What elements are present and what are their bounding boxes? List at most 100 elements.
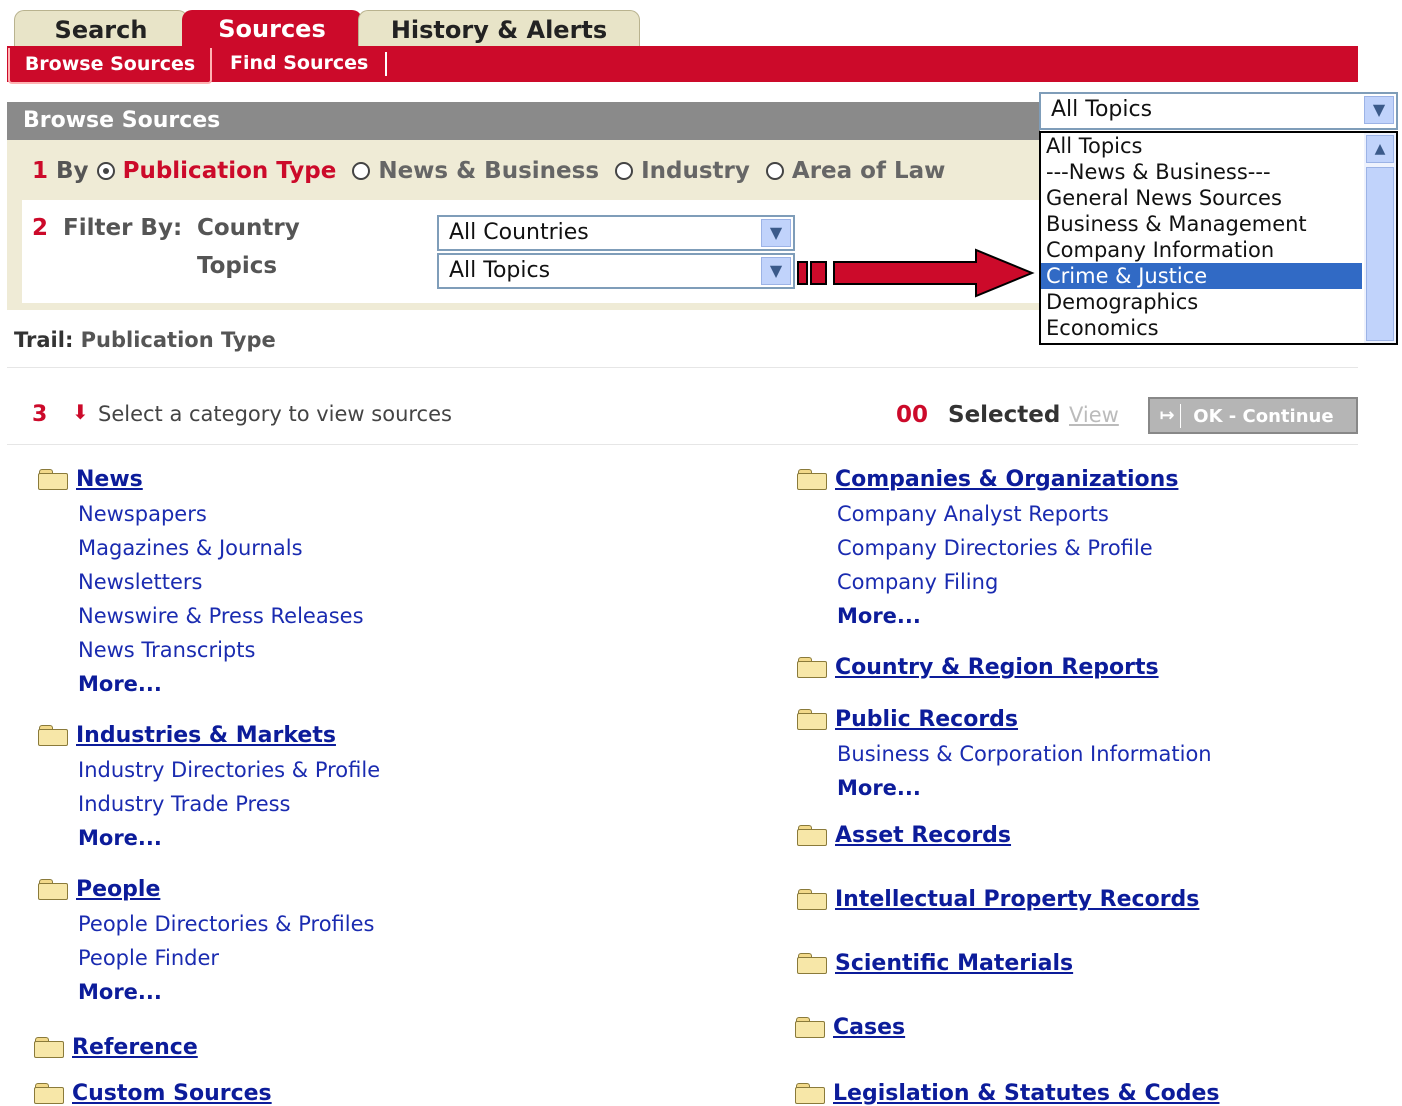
category-cases: Cases [795, 1015, 905, 1040]
tab-history-alerts[interactable]: History & Alerts [358, 10, 640, 47]
continue-arrow-icon: ↦ [1154, 404, 1181, 428]
ok-continue-button[interactable]: ↦ OK - Continue [1148, 397, 1358, 434]
dropdown-scrollbar[interactable]: ▲ [1364, 133, 1396, 343]
topics-dropdown-list[interactable]: All Topics ---News & Business--- General… [1039, 131, 1398, 345]
category-link[interactable]: News [76, 467, 143, 492]
category-country-region-reports: Country & Region Reports [797, 655, 1159, 680]
view-link[interactable]: View [1069, 403, 1119, 427]
tab-search[interactable]: Search [14, 10, 188, 47]
more-link[interactable]: More... [837, 604, 921, 628]
trail: Trail: Publication Type [14, 328, 276, 352]
subcategory-link[interactable]: People Directories & Profiles [78, 912, 374, 936]
tab-sources[interactable]: Sources [182, 10, 362, 46]
category-link[interactable]: People [76, 877, 160, 902]
subcategory-link[interactable]: Company Filing [837, 570, 998, 594]
category-reference: Reference [34, 1035, 198, 1060]
option-industry[interactable]: Industry [641, 158, 750, 184]
dropdown-option-highlighted[interactable]: Crime & Justice [1041, 263, 1362, 289]
subcategory-link[interactable]: People Finder [78, 946, 219, 970]
category-link[interactable]: Public Records [835, 707, 1018, 732]
category-link[interactable]: Country & Region Reports [835, 655, 1159, 680]
scrollbar-thumb[interactable] [1366, 167, 1394, 341]
dropdown-option[interactable]: ---News & Business--- [1041, 159, 1396, 185]
folder-icon [795, 1017, 825, 1038]
more-link[interactable]: More... [78, 826, 162, 850]
folder-icon [797, 469, 827, 490]
category-link[interactable]: Cases [833, 1015, 905, 1040]
step3-number: 3 [32, 402, 48, 427]
divider [7, 444, 1358, 445]
subcategory-link[interactable]: Industry Directories & Profile [78, 758, 380, 782]
category-link[interactable]: Reference [72, 1035, 198, 1060]
category-intellectual-property-records: Intellectual Property Records [797, 887, 1199, 912]
option-area-of-law[interactable]: Area of Law [792, 158, 946, 184]
dropdown-option[interactable]: General News Sources [1041, 185, 1396, 211]
selected-count: 00 [896, 402, 929, 428]
radio-area-of-law[interactable] [765, 162, 784, 180]
section-header: Browse Sources [7, 102, 1040, 140]
more-link[interactable]: More... [837, 776, 921, 800]
category-people: People [38, 877, 160, 902]
category-link[interactable]: Asset Records [835, 823, 1011, 848]
subtab-browse-sources[interactable]: Browse Sources [8, 48, 212, 84]
folder-icon [38, 725, 68, 746]
radio-industry[interactable] [615, 162, 634, 180]
category-scientific-materials: Scientific Materials [797, 951, 1073, 976]
subcategory-link[interactable]: Industry Trade Press [78, 792, 291, 816]
dropdown-option[interactable]: All Topics [1041, 133, 1396, 159]
subcategory-link[interactable]: News Transcripts [78, 638, 255, 662]
category-link[interactable]: Intellectual Property Records [835, 887, 1199, 912]
subcategory-link[interactable]: Magazines & Journals [78, 536, 303, 560]
chevron-down-icon[interactable]: ▼ [1364, 96, 1394, 124]
step1-number: 1 [32, 158, 49, 184]
subcategory-link[interactable]: Newswire & Press Releases [78, 604, 364, 628]
subcategory-link[interactable]: Company Directories & Profile [837, 536, 1153, 560]
country-select[interactable]: All Countries ▼ [437, 215, 795, 251]
category-link[interactable]: Industries & Markets [76, 723, 336, 748]
option-news-business[interactable]: News & Business [378, 158, 599, 184]
subcategory-link[interactable]: Company Analyst Reports [837, 502, 1109, 526]
category-news: News [38, 467, 143, 492]
category-industries-markets: Industries & Markets [38, 723, 336, 748]
subtab-divider [385, 52, 387, 76]
topics-select[interactable]: All Topics ▼ [437, 253, 795, 289]
category-link[interactable]: Legislation & Statutes & Codes [833, 1081, 1220, 1106]
dropdown-option[interactable]: Business & Management [1041, 211, 1396, 237]
topics-label: Topics [197, 253, 278, 279]
folder-icon [34, 1037, 64, 1058]
step3-instruction: Select a category to view sources [98, 402, 452, 426]
dropdown-option[interactable]: Company Information [1041, 237, 1396, 263]
category-link[interactable]: Companies & Organizations [835, 467, 1178, 492]
option-publication-type[interactable]: Publication Type [123, 158, 337, 184]
step2-number: 2 [32, 215, 49, 241]
dropdown-option[interactable]: Demographics [1041, 289, 1396, 315]
chevron-down-icon[interactable]: ▼ [761, 257, 791, 285]
chevron-down-icon[interactable]: ▼ [761, 219, 791, 247]
dropdown-option[interactable]: Economics [1041, 315, 1396, 341]
category-custom-sources: Custom Sources [34, 1081, 272, 1106]
folder-icon [797, 825, 827, 846]
folder-icon [34, 1083, 64, 1104]
category-link[interactable]: Scientific Materials [835, 951, 1073, 976]
category-link[interactable]: Custom Sources [72, 1081, 272, 1106]
folder-icon [797, 889, 827, 910]
country-select-value: All Countries [449, 220, 589, 245]
step1-row: 1 By Publication Type News & Business In… [32, 158, 945, 184]
folder-icon [797, 953, 827, 974]
subcategory-link[interactable]: Business & Corporation Information [837, 742, 1212, 766]
more-link[interactable]: More... [78, 672, 162, 696]
subtab-find-sources[interactable]: Find Sources [230, 52, 368, 74]
folder-icon [797, 709, 827, 730]
chevron-up-icon[interactable]: ▲ [1366, 135, 1394, 163]
filter-by-label: Filter By: [63, 215, 183, 241]
country-label: Country [197, 215, 300, 241]
subcategory-link[interactable]: Newsletters [78, 570, 202, 594]
radio-news-business[interactable] [352, 162, 371, 180]
folder-icon [795, 1083, 825, 1104]
callout-arrow-icon [797, 248, 1035, 298]
more-link[interactable]: More... [78, 980, 162, 1004]
subcategory-link[interactable]: Newspapers [78, 502, 207, 526]
category-asset-records: Asset Records [797, 823, 1011, 848]
topics-dropdown-select[interactable]: All Topics ▼ [1039, 92, 1398, 130]
radio-publication-type[interactable] [96, 162, 115, 180]
